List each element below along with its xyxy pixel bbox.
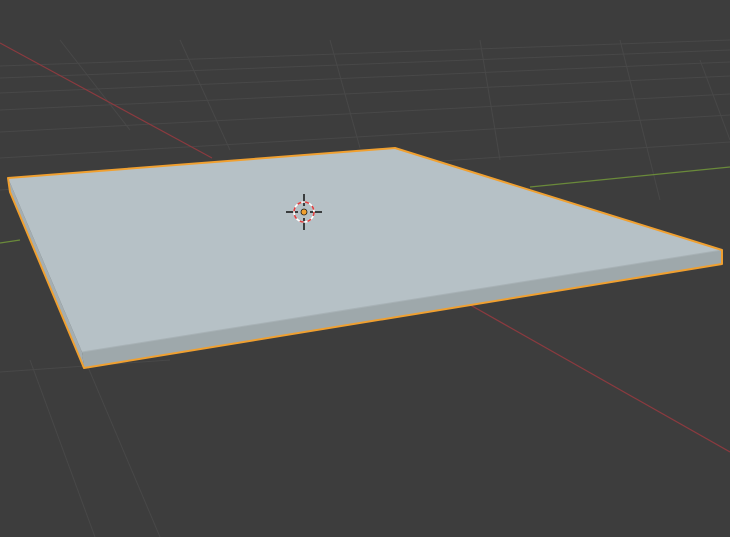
3d-viewport[interactable] bbox=[0, 0, 730, 537]
object-origin-icon bbox=[300, 208, 308, 216]
